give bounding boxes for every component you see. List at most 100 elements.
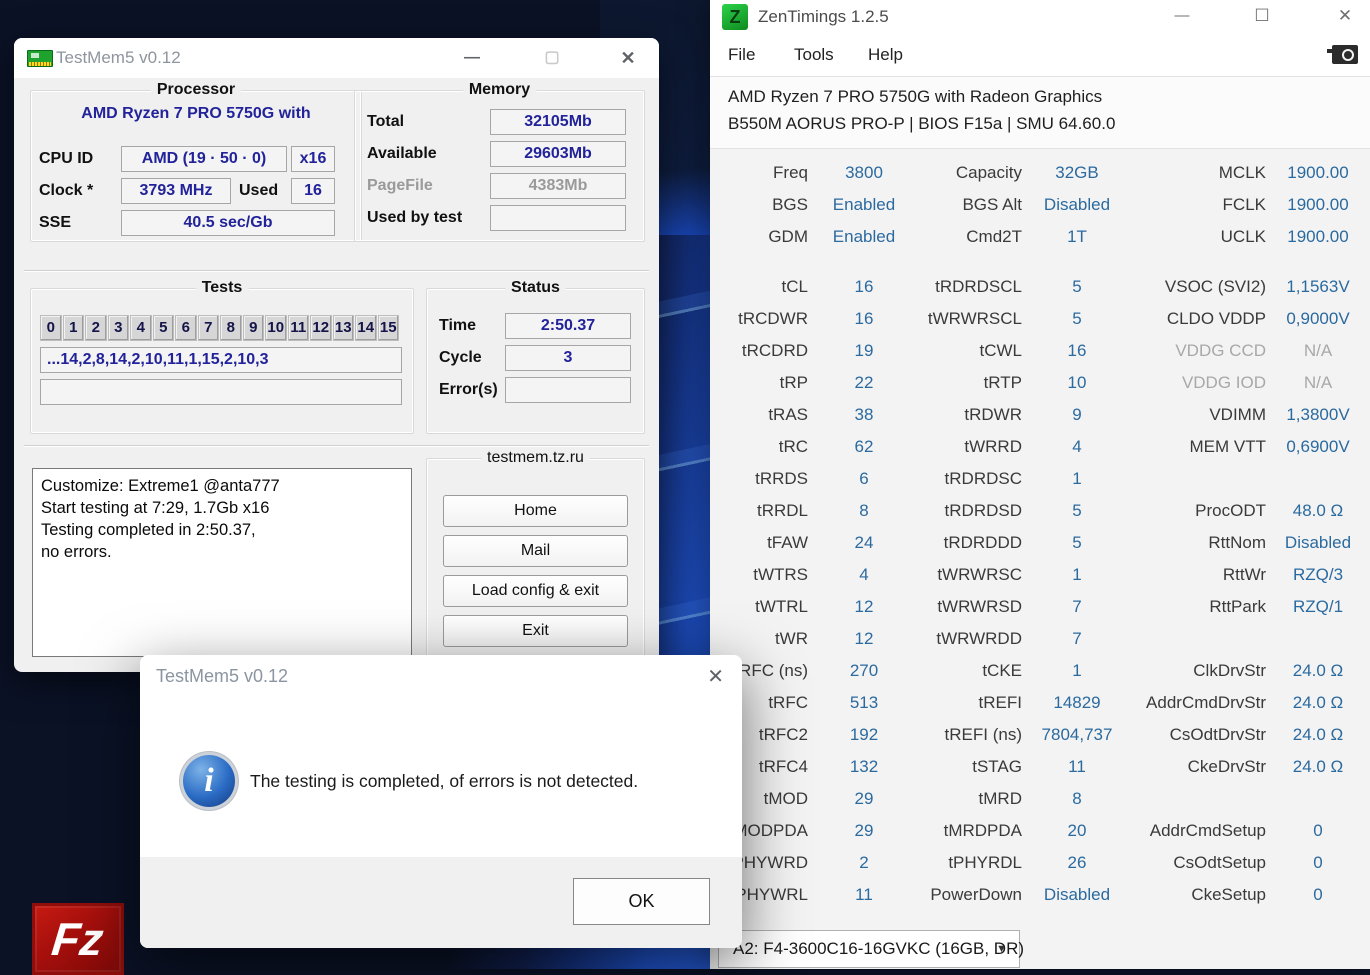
- time-label: Time: [439, 317, 477, 334]
- timings-row: tWTRS 4 tWRWRSC 1 RttWr RZQ/3: [710, 559, 1370, 591]
- timing-label: tRDRDDD: [943, 533, 1022, 552]
- close-icon[interactable]: ✕: [707, 664, 724, 689]
- timing-value: 1: [1072, 565, 1082, 584]
- test-number-1[interactable]: 1: [62, 315, 84, 341]
- timing-label: VDIMM: [1209, 405, 1266, 424]
- timing-label: tWRWRSD: [937, 597, 1022, 616]
- test-number-3[interactable]: 3: [107, 315, 129, 341]
- memory-total-value: 32105Mb: [490, 109, 626, 135]
- cpu-id-value: AMD (19 · 50 · 0): [121, 146, 287, 172]
- timing-label: CsOdtSetup: [1173, 853, 1266, 872]
- chevron-down-icon: ▼: [996, 943, 1007, 955]
- load-config-exit-button[interactable]: Load config & exit: [443, 575, 628, 607]
- log-line: Testing completed in 2:50.37,: [41, 521, 256, 539]
- timing-value: 5: [1072, 277, 1082, 296]
- timing-label: tSTAG: [972, 757, 1022, 776]
- cpu-name: AMD Ryzen 7 PRO 5750G with: [81, 105, 311, 122]
- used-label: Used: [239, 182, 279, 199]
- test-number-9[interactable]: 9: [242, 315, 264, 341]
- timing-value: 48.0 Ω: [1292, 501, 1344, 520]
- test-number-14[interactable]: 14: [355, 315, 377, 341]
- maximize-button[interactable]: ☐: [1245, 0, 1279, 34]
- timing-label: CsOdtDrvStr: [1169, 725, 1266, 744]
- timing-label: tWRRD: [964, 437, 1022, 456]
- testmem5-window: TestMem5 v0.12 — ▢ ✕ Processor AMD Ryzen…: [14, 38, 659, 672]
- test-number-5[interactable]: 5: [152, 315, 174, 341]
- test-extra-field: [40, 379, 402, 405]
- system-description: AMD Ryzen 7 PRO 5750G with Radeon Graphi…: [710, 77, 1370, 149]
- ok-button[interactable]: OK: [573, 878, 710, 925]
- filezilla-glyph: Fz: [49, 913, 107, 965]
- timing-value: 12: [854, 629, 874, 648]
- timing-label: FCLK: [1222, 195, 1266, 214]
- timings-row: tPHYWRL 11 PowerDown Disabled CkeSetup 0: [710, 879, 1370, 911]
- home-button[interactable]: Home: [443, 495, 628, 527]
- test-number-10[interactable]: 10: [265, 315, 287, 341]
- site-group-title: testmem.tz.ru: [481, 449, 590, 467]
- memory-pagefile-label: PageFile: [367, 177, 433, 194]
- timing-label: tRRDS: [755, 469, 808, 488]
- timing-value: 11: [855, 885, 873, 904]
- test-number-15[interactable]: 15: [377, 315, 399, 341]
- separator: [24, 270, 649, 272]
- timing-label: UCLK: [1220, 227, 1266, 246]
- timing-label: tREFI (ns): [944, 725, 1022, 744]
- test-number-13[interactable]: 13: [332, 315, 354, 341]
- zentimings-icon: Z: [722, 4, 748, 30]
- timing-value: 4: [1072, 437, 1082, 456]
- timing-label: GDM: [768, 227, 808, 246]
- status-group-title: Status: [505, 279, 566, 297]
- timing-value: 1: [1072, 661, 1082, 680]
- timing-label: CLDO VDDP: [1166, 309, 1266, 328]
- timing-value: RZQ/3: [1292, 565, 1344, 584]
- memory-available-value: 29603Mb: [490, 141, 626, 167]
- timing-value: 38: [854, 405, 874, 424]
- timing-label: Capacity: [955, 163, 1022, 182]
- timing-value: 1,3800V: [1286, 405, 1350, 424]
- timing-label: tRRDL: [756, 501, 808, 520]
- timing-label: tRCDWR: [738, 309, 808, 328]
- test-number-0[interactable]: 0: [40, 315, 62, 341]
- testmem5-window-title: TestMem5 v0.12: [56, 48, 181, 67]
- timing-value: 192: [849, 725, 879, 744]
- testmem5-message-dialog: TestMem5 v0.12 ✕ i The testing is comple…: [140, 655, 742, 948]
- menu-tools[interactable]: Tools: [794, 34, 834, 76]
- menu-help[interactable]: Help: [868, 34, 903, 76]
- screenshot-camera-icon[interactable]: [1327, 45, 1358, 64]
- timing-label: tRDWR: [964, 405, 1022, 424]
- test-number-8[interactable]: 8: [220, 315, 242, 341]
- timing-value: 0,6900V: [1286, 437, 1350, 456]
- menu-file[interactable]: File: [728, 34, 755, 76]
- zentimings-titlebar: Z ZenTimings 1.2.5 — ☐ ✕: [710, 0, 1370, 34]
- time-value: 2:50.37: [505, 313, 631, 339]
- timing-value: 16: [854, 309, 874, 328]
- timing-value: 12: [854, 597, 874, 616]
- minimize-button[interactable]: —: [455, 38, 489, 78]
- timing-value: 0: [1313, 853, 1323, 872]
- timing-label: VSOC (SVI2): [1164, 277, 1266, 296]
- close-button[interactable]: ✕: [1328, 0, 1362, 34]
- minimize-button[interactable]: —: [1165, 0, 1199, 34]
- maximize-button[interactable]: ▢: [535, 38, 569, 78]
- filezilla-icon[interactable]: Fz: [32, 903, 124, 975]
- timings-row: tRAS 38 tRDWR 9 VDIMM 1,3800V: [710, 399, 1370, 431]
- dimm-selector-dropdown[interactable]: A2: F4-3600C16-16GVKC (16GB, DR) ▼: [718, 930, 1024, 968]
- memory-total-label: Total: [367, 113, 405, 130]
- timing-value: 7: [1072, 597, 1082, 616]
- test-number-7[interactable]: 7: [197, 315, 219, 341]
- timing-label: tFAW: [767, 533, 808, 552]
- test-number-4[interactable]: 4: [130, 315, 152, 341]
- timing-value: Disabled: [1284, 533, 1352, 552]
- timing-value: 0: [1313, 821, 1323, 840]
- test-number-2[interactable]: 2: [85, 315, 107, 341]
- test-number-12[interactable]: 12: [310, 315, 332, 341]
- close-button[interactable]: ✕: [611, 38, 645, 78]
- timing-value: 0: [1313, 885, 1323, 904]
- mail-button[interactable]: Mail: [443, 535, 628, 567]
- test-number-11[interactable]: 11: [287, 315, 309, 341]
- used-value: 16: [291, 178, 335, 204]
- timing-label: PowerDown: [930, 885, 1022, 904]
- timing-label: tREFI: [978, 693, 1022, 712]
- test-number-6[interactable]: 6: [175, 315, 197, 341]
- exit-button[interactable]: Exit: [443, 615, 628, 647]
